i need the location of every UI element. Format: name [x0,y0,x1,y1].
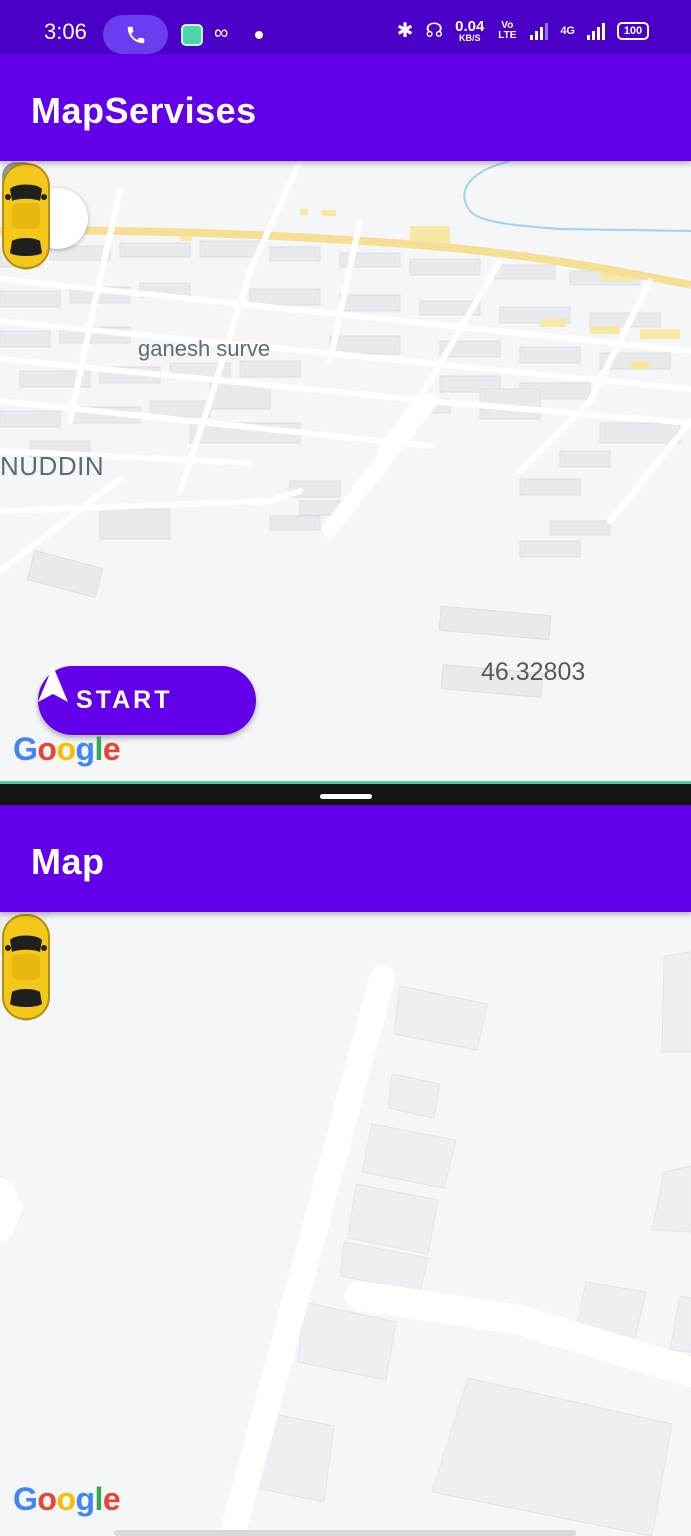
split-screen-divider[interactable] [0,781,691,805]
car-marker-2[interactable] [0,912,52,1022]
network-speed-value: 0.04 [455,17,485,35]
status-icons: ✱ ☊ 0.04 KB/S Vo LTE 4G 100 [397,18,649,43]
bluetooth-icon: ✱ [396,20,414,42]
phone-icon [127,26,144,43]
battery-icon: 100 [617,21,649,40]
page-title: MapServises [31,90,257,131]
headphones-icon: ☊ [425,20,444,42]
home-indicator[interactable] [114,1530,576,1536]
car-marker[interactable] [0,161,52,271]
signal-icon-2 [587,22,605,40]
network-speed: 0.04 KB/S [455,19,484,43]
split-handle[interactable] [320,794,372,799]
google-logo: Google [13,731,121,767]
bottom-map-view[interactable]: Google [0,912,691,1536]
app-notification-icon [181,24,203,46]
battery-level: 100 [623,24,643,37]
place-label-ganesh-surve[interactable]: ganesh surve [138,336,270,362]
bottom-app-bar: Map [0,805,691,912]
volte-indicator: Vo LTE [498,19,517,41]
network-speed-unit: KB/S [458,32,481,43]
top-app-bar: MapServises [0,54,691,161]
network-type: 4G [560,24,575,37]
status-bar: 3:06 ∞ ✱ ☊ 0.04 KB/S Vo LTE 4G 100 [0,0,691,54]
place-label-nuddin[interactable]: NUDDIN [0,451,104,482]
distance-readout: 46.32803 [481,658,586,686]
signal-icon [530,22,549,40]
infinity-icon: ∞ [214,22,229,44]
navigation-arrow-icon [38,666,68,702]
top-map-view[interactable]: ganesh surve NUDDIN 46.32803 START Googl… [0,161,691,781]
ongoing-call-chip[interactable] [103,15,168,54]
more-notifications-dot [255,31,263,39]
page-title-map: Map [31,841,105,882]
start-button-label: START [76,686,173,714]
start-navigation-button[interactable]: START [38,666,256,735]
bottom-map-layer [0,912,691,1536]
status-time: 3:06 [44,19,87,44]
google-logo-2: Google [13,1481,121,1517]
